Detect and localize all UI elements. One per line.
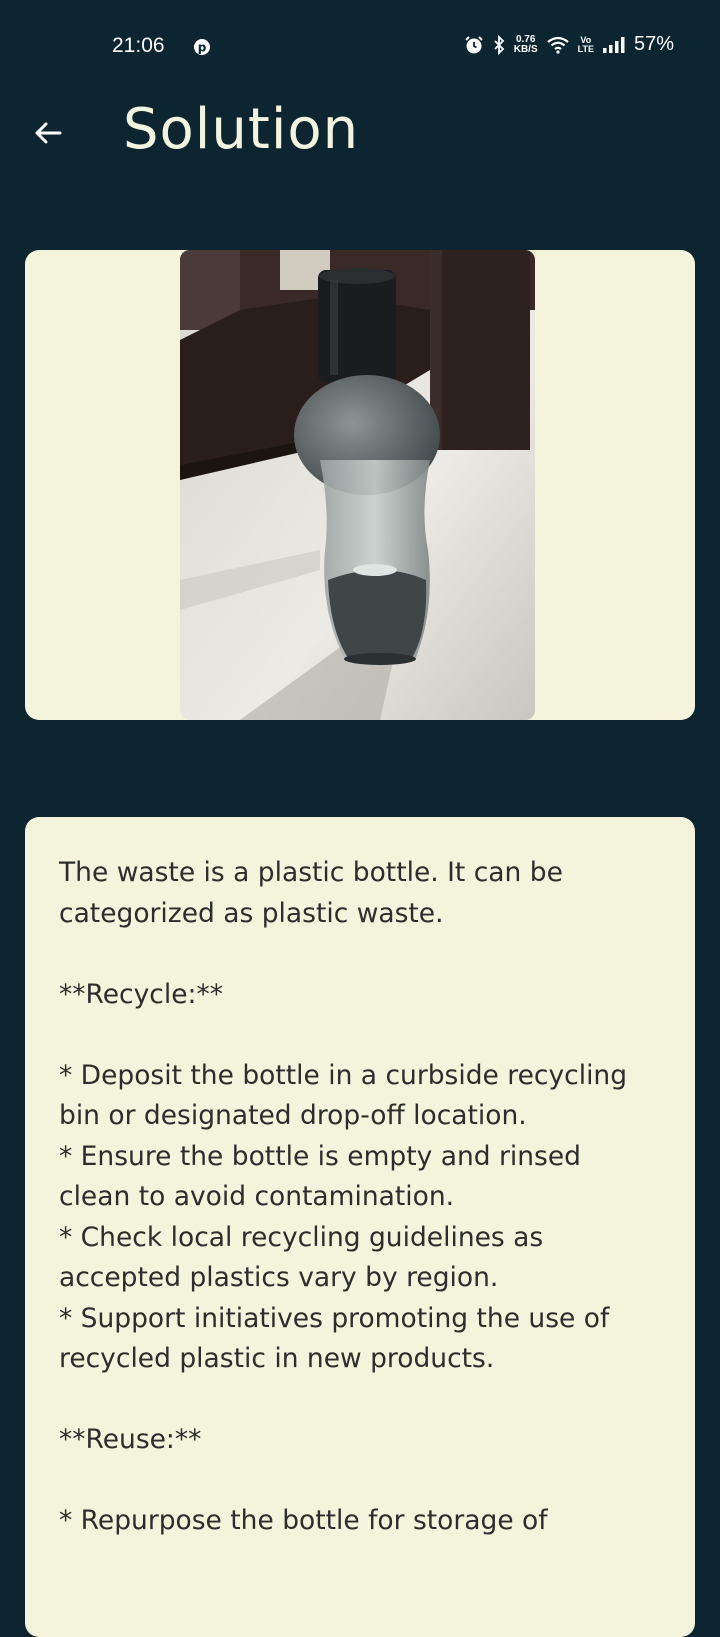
pinterest-notification-icon: p (194, 39, 210, 55)
solution-text: The waste is a plastic bottle. It can be… (59, 857, 628, 1536)
alarm-icon (465, 35, 483, 53)
image-card (25, 250, 695, 720)
net-speed: 0.76 KB/S (513, 33, 538, 55)
app-bar: Solution (0, 95, 720, 175)
svg-text:p: p (198, 41, 207, 55)
plastic-bottle-photo (180, 250, 535, 720)
net-speed-value: 0.76 (515, 33, 536, 45)
status-time: 21:06 (112, 34, 165, 57)
volte-bottom: LTE (577, 43, 594, 54)
volte-indicator: Vo LTE (577, 35, 594, 54)
status-bar: 21:06 p 0.76 KB/S Vo LTE 57% (0, 0, 720, 95)
status-icons: 0.76 KB/S Vo LTE 57% (464, 33, 674, 56)
net-speed-unit: KB/S (513, 43, 538, 55)
signal-icon (602, 36, 625, 53)
wifi-icon (546, 36, 569, 54)
solution-card: The waste is a plastic bottle. It can be… (25, 817, 695, 1637)
battery-level: 57% (633, 33, 674, 55)
bluetooth-icon (494, 34, 504, 55)
back-arrow-icon[interactable] (30, 115, 66, 151)
page-title: Solution (123, 97, 360, 162)
